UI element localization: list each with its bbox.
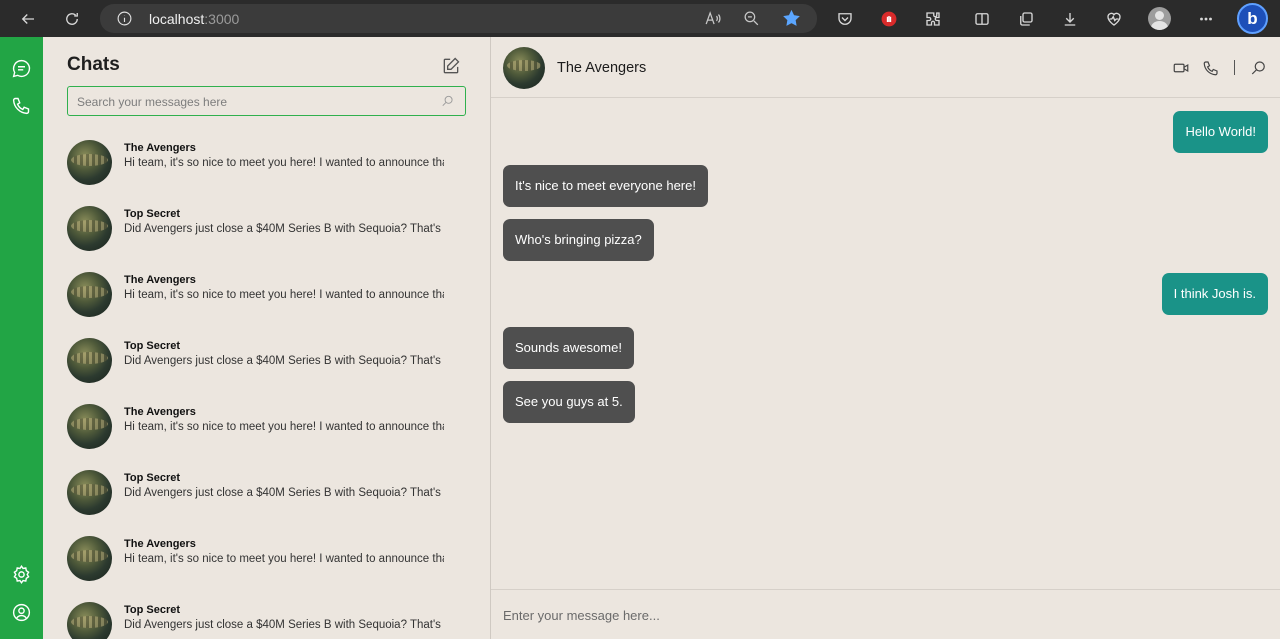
- message-bubble-incoming: It's nice to meet everyone here!: [503, 165, 708, 207]
- chat-preview: Did Avengers just close a $40M Series B …: [124, 619, 444, 631]
- extension-red-icon[interactable]: [870, 0, 907, 37]
- chat-name: Top Secret: [124, 472, 181, 484]
- message-bubble-outgoing: I think Josh is.: [1161, 273, 1268, 315]
- phone-call-icon[interactable]: [1202, 59, 1220, 77]
- avatar: [67, 470, 112, 515]
- download-icon[interactable]: [1051, 0, 1088, 37]
- browser-toolbar: localhost:3000 b: [0, 0, 1280, 37]
- refresh-icon[interactable]: [53, 0, 90, 37]
- chat-list-item[interactable]: The Avengers Hi team, it's so nice to me…: [43, 272, 490, 338]
- avatar: [67, 140, 112, 185]
- chat-list-item[interactable]: The Avengers Hi team, it's so nice to me…: [43, 140, 490, 206]
- avatar: [67, 602, 112, 639]
- chat-list-item[interactable]: Top Secret Did Avengers just close a $40…: [43, 206, 490, 272]
- chat-list-item[interactable]: The Avengers Hi team, it's so nice to me…: [43, 404, 490, 470]
- chat-name: Top Secret: [124, 340, 181, 352]
- split-screen-icon[interactable]: [963, 0, 1000, 37]
- url-text: localhost:3000: [149, 11, 240, 27]
- chat-preview: Hi team, it's so nice to meet you here! …: [124, 157, 444, 169]
- chat-list-item[interactable]: The Avengers Hi team, it's so nice to me…: [43, 536, 490, 602]
- chat-preview: Hi team, it's so nice to meet you here! …: [124, 289, 444, 301]
- conversation-title[interactable]: The Avengers: [557, 60, 646, 76]
- search-input[interactable]: [77, 93, 427, 110]
- settings-gear-icon[interactable]: [11, 564, 32, 585]
- message-bubble-incoming: See you guys at 5.: [503, 381, 635, 423]
- back-icon[interactable]: [9, 0, 46, 37]
- chat-list-item[interactable]: Top Secret Did Avengers just close a $40…: [43, 470, 490, 536]
- chat-list-panel: Chats The Avengers Hi team, it's so nice…: [43, 37, 491, 639]
- avatar: [67, 272, 112, 317]
- message-bubble-incoming: Who's bringing pizza?: [503, 219, 654, 261]
- user-circle-icon[interactable]: [11, 602, 32, 623]
- conversation-panel: The Avengers Hello World! It's nice to m…: [491, 37, 1280, 639]
- chat-name: The Avengers: [124, 406, 196, 418]
- page-title: Chats: [67, 54, 120, 75]
- message-bubble-incoming: Sounds awesome!: [503, 327, 634, 369]
- chat-preview: Hi team, it's so nice to meet you here! …: [124, 421, 444, 433]
- message-bubble-outgoing: Hello World!: [1173, 111, 1268, 153]
- chat-list-item[interactable]: Top Secret Did Avengers just close a $40…: [43, 602, 490, 639]
- puzzle-icon[interactable]: [914, 0, 951, 37]
- zoom-icon[interactable]: [742, 9, 761, 28]
- chat-preview: Did Avengers just close a $40M Series B …: [124, 223, 444, 235]
- more-icon[interactable]: [1187, 0, 1224, 37]
- pocket-icon[interactable]: [826, 0, 863, 37]
- favorite-star-icon[interactable]: [782, 9, 801, 28]
- header-divider: [1234, 60, 1235, 75]
- chat-list-item[interactable]: Top Secret Did Avengers just close a $40…: [43, 338, 490, 404]
- search-icon[interactable]: [1250, 59, 1268, 77]
- avatar: [67, 404, 112, 449]
- chat-name: Top Secret: [124, 604, 181, 616]
- heart-pulse-icon[interactable]: [1095, 0, 1132, 37]
- chat-preview: Did Avengers just close a $40M Series B …: [124, 487, 444, 499]
- profile-icon[interactable]: [1148, 7, 1171, 30]
- message-list: Hello World! It's nice to meet everyone …: [491, 99, 1280, 589]
- collections-icon[interactable]: [1007, 0, 1044, 37]
- conversation-header: The Avengers: [491, 37, 1280, 98]
- address-bar[interactable]: localhost:3000: [100, 4, 817, 33]
- app-rail: [0, 37, 43, 639]
- search-icon[interactable]: [441, 94, 455, 108]
- phone-icon[interactable]: [11, 95, 32, 116]
- chat-name: The Avengers: [124, 274, 196, 286]
- compose-icon[interactable]: [441, 56, 461, 76]
- chat-bubble-icon[interactable]: [11, 58, 32, 79]
- message-composer: [491, 589, 1280, 639]
- read-aloud-icon[interactable]: [703, 9, 722, 28]
- avatar: [67, 536, 112, 581]
- video-call-icon[interactable]: [1172, 59, 1190, 77]
- message-input[interactable]: [503, 606, 1263, 624]
- chat-name: Top Secret: [124, 208, 181, 220]
- avatar: [67, 206, 112, 251]
- chat-name: The Avengers: [124, 538, 196, 550]
- chat-name: The Avengers: [124, 142, 196, 154]
- bing-icon[interactable]: b: [1237, 3, 1268, 34]
- info-icon[interactable]: [116, 10, 133, 27]
- chat-preview: Did Avengers just close a $40M Series B …: [124, 355, 444, 367]
- chat-preview: Hi team, it's so nice to meet you here! …: [124, 553, 444, 565]
- avatar[interactable]: [503, 47, 545, 89]
- avatar: [67, 338, 112, 383]
- search-box: [67, 86, 466, 116]
